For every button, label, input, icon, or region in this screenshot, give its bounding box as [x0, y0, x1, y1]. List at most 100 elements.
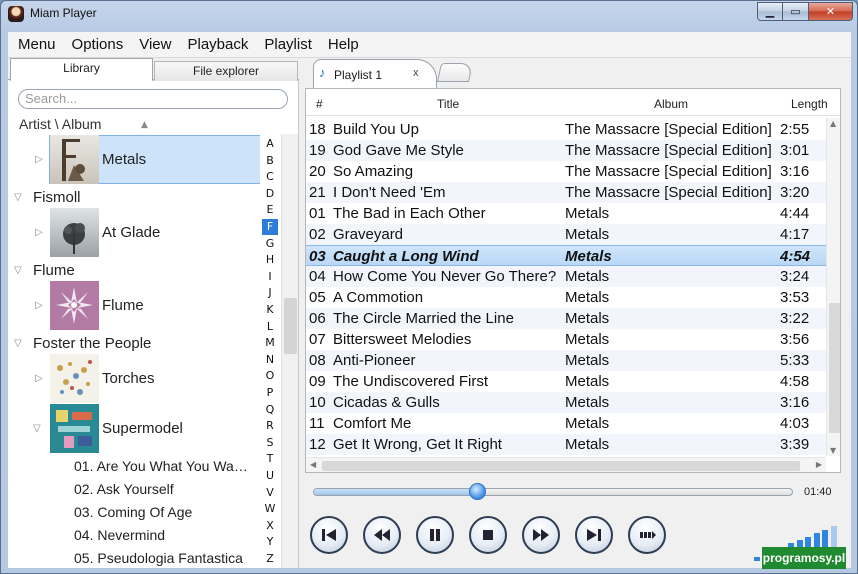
table-row[interactable]: 12 Get It Wrong, Get It Right Metals 3:39 — [306, 434, 826, 455]
expand-arrow-icon[interactable]: ▷ — [35, 300, 43, 311]
alphabet-letter-b[interactable]: B — [262, 153, 278, 169]
seek-handle[interactable] — [468, 483, 486, 500]
alphabet-letter-p[interactable]: P — [262, 385, 278, 401]
scrollbar-thumb[interactable] — [284, 298, 297, 354]
alphabet-letter-j[interactable]: J — [262, 285, 278, 301]
seek-forward-button[interactable] — [522, 516, 560, 554]
alphabet-letter-k[interactable]: K — [262, 302, 278, 318]
scrollbar-thumb[interactable] — [829, 303, 840, 433]
menu-options[interactable]: Options — [64, 36, 132, 53]
table-row[interactable]: 01 The Bad in Each Other Metals 4:44 — [306, 203, 826, 224]
alphabet-letter-y[interactable]: Y — [262, 534, 278, 550]
tab-playlist-1[interactable]: ♪ Playlist 1 x — [313, 59, 437, 89]
column-header-album[interactable]: Album — [654, 97, 688, 111]
library-scrollbar[interactable] — [281, 134, 298, 568]
table-row[interactable]: 19 God Gave Me Style The Massacre [Special… — [306, 140, 826, 161]
album-cover-torches[interactable] — [50, 354, 99, 403]
search-input[interactable]: Search... — [18, 89, 288, 109]
close-tab-button[interactable]: x — [413, 67, 419, 79]
table-row[interactable]: 09 The Undiscovered First Metals 4:58 — [306, 371, 826, 392]
alphabet-letter-u[interactable]: U — [262, 468, 278, 484]
scroll-down-icon[interactable]: ▼ — [830, 446, 836, 455]
alphabet-letter-v[interactable]: V — [262, 485, 278, 501]
playlist-vertical-scrollbar[interactable]: ▲ ▼ — [826, 118, 840, 456]
scroll-right-icon[interactable]: ▶ — [816, 460, 822, 469]
menu-help[interactable]: Help — [320, 36, 367, 53]
alphabet-letter-e[interactable]: E — [262, 202, 278, 218]
collapse-arrow-icon[interactable]: ▽ — [14, 265, 22, 276]
alphabet-letter-f[interactable]: F — [262, 219, 278, 235]
skip-backward-button[interactable] — [310, 516, 348, 554]
alphabet-letter-l[interactable]: L — [262, 319, 278, 335]
track-item[interactable]: 01. Are You What You Want to Be? — [74, 458, 254, 474]
artist-label-fismoll[interactable]: Fismoll — [33, 189, 81, 206]
album-label-metals[interactable]: Metals — [102, 151, 146, 168]
album-label-torches[interactable]: Torches — [102, 370, 155, 387]
alphabet-letter-x[interactable]: X — [262, 518, 278, 534]
sort-arrow-icon[interactable]: ▲ — [141, 120, 148, 130]
playback-mode-button[interactable] — [628, 516, 666, 554]
album-cover-metals[interactable] — [50, 135, 99, 184]
artist-label-flume[interactable]: Flume — [33, 262, 75, 279]
menu-playlist[interactable]: Playlist — [256, 36, 320, 53]
alphabet-letter-s[interactable]: S — [262, 435, 278, 451]
alphabet-letter-r[interactable]: R — [262, 418, 278, 434]
seek-slider[interactable] — [313, 483, 793, 500]
table-row[interactable]: 06 The Circle Married the Line Metals 3:22 — [306, 308, 826, 329]
scroll-up-icon[interactable]: ▲ — [830, 119, 836, 128]
album-label-flume[interactable]: Flume — [102, 297, 144, 314]
alphabet-letter-m[interactable]: M — [262, 335, 278, 351]
stop-button[interactable] — [469, 516, 507, 554]
table-row[interactable]: 04 How Come You Never Go There? Metals 3:24 — [306, 266, 826, 287]
table-row[interactable]: 18 Build You Up The Massacre [Special Edit… — [306, 119, 826, 140]
alphabet-letter-n[interactable]: N — [262, 352, 278, 368]
menu-view[interactable]: View — [131, 36, 179, 53]
seek-backward-button[interactable] — [363, 516, 401, 554]
tab-library[interactable]: Library — [10, 58, 153, 81]
table-row[interactable]: 20 So Amazing The Massacre [Special Editio… — [306, 161, 826, 182]
collapse-arrow-icon[interactable]: ▽ — [33, 423, 41, 434]
alphabet-letter-o[interactable]: O — [262, 368, 278, 384]
collapse-arrow-icon[interactable]: ▽ — [14, 338, 22, 349]
close-button[interactable]: ✕ — [809, 2, 853, 21]
album-cover-at-glade[interactable] — [50, 208, 99, 257]
table-row[interactable]: 02 Graveyard Metals 4:17 — [306, 224, 826, 245]
table-row[interactable]: 10 Cicadas & Gulls Metals 3:16 — [306, 392, 826, 413]
skip-forward-button[interactable] — [575, 516, 613, 554]
alphabet-letter-g[interactable]: G — [262, 236, 278, 252]
table-row[interactable]: 21 I Don't Need 'Em The Massacre [Special … — [306, 182, 826, 203]
scroll-left-icon[interactable]: ◀ — [310, 460, 316, 469]
alphabet-letter-q[interactable]: Q — [262, 402, 278, 418]
table-row[interactable]: 08 Anti-Pioneer Metals 5:33 — [306, 350, 826, 371]
sort-header[interactable]: Artist \ Album — [19, 116, 101, 132]
expand-arrow-icon[interactable]: ▷ — [35, 227, 43, 238]
table-row-current[interactable]: 03 Caught a Long Wind Metals 4:54 — [306, 245, 826, 266]
expand-arrow-icon[interactable]: ▷ — [35, 373, 43, 384]
track-item[interactable]: 03. Coming Of Age — [74, 504, 254, 520]
volume-bar[interactable] — [754, 557, 760, 561]
new-playlist-tab-button[interactable] — [436, 63, 474, 82]
track-item[interactable]: 04. Nevermind — [74, 527, 254, 543]
alphabet-letter-d[interactable]: D — [262, 186, 278, 202]
track-item[interactable]: 02. Ask Yourself — [74, 481, 254, 497]
alphabet-letter-w[interactable]: W — [262, 501, 278, 517]
tab-file-explorer[interactable]: File explorer — [154, 61, 298, 81]
menu-menu[interactable]: Menu — [10, 36, 64, 53]
minimize-button[interactable]: ▁ — [757, 2, 783, 21]
table-row[interactable]: 11 Comfort Me Metals 4:03 — [306, 413, 826, 434]
alphabet-letter-c[interactable]: C — [262, 169, 278, 185]
track-item[interactable]: 05. Pseudologia Fantastica — [74, 550, 254, 566]
alphabet-letter-a[interactable]: A — [262, 136, 278, 152]
album-label-at-glade[interactable]: At Glade — [102, 224, 160, 241]
album-label-supermodel[interactable]: Supermodel — [102, 420, 183, 437]
table-row[interactable]: 07 Bittersweet Melodies Metals 3:56 — [306, 329, 826, 350]
maximize-button[interactable]: ▭ — [783, 2, 809, 21]
collapse-arrow-icon[interactable]: ▽ — [14, 192, 22, 203]
alphabet-letter-h[interactable]: H — [262, 252, 278, 268]
artist-label-foster-the-people[interactable]: Foster the People — [33, 335, 151, 352]
menu-playback[interactable]: Playback — [179, 36, 256, 53]
alphabet-letter-z[interactable]: Z — [262, 551, 278, 567]
table-row[interactable]: 05 A Commotion Metals 3:53 — [306, 287, 826, 308]
scrollbar-thumb[interactable] — [322, 461, 800, 471]
playlist-horizontal-scrollbar[interactable]: ◀ ▶ — [306, 457, 826, 472]
